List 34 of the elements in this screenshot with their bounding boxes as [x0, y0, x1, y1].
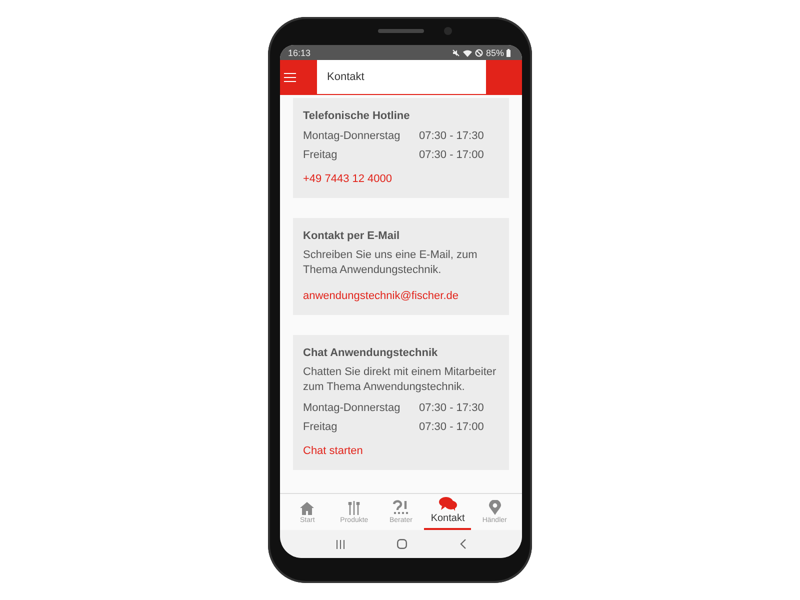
speaker-grille [378, 29, 424, 33]
status-time: 16:13 [288, 48, 311, 58]
page-title: Kontakt [327, 71, 364, 83]
weekday-label: Freitag [303, 420, 338, 435]
card-title: Chat Anwendungstechnik [303, 346, 439, 361]
chat-bubbles-icon [438, 497, 457, 511]
card-description: Schreiben Sie uns eine E-Mail, zum Thema Anwendungstechnik. [303, 248, 478, 278]
weekday-label: Montag-Donnerstag [303, 129, 402, 144]
battery-percent: 85% [486, 48, 504, 58]
location-pin-icon [488, 500, 501, 515]
opening-hours: 07:30 - 17:00 [419, 148, 485, 163]
recent-apps-icon[interactable] [336, 540, 346, 548]
wifi-icon [462, 48, 472, 56]
mute-icon [452, 48, 460, 56]
contact-link[interactable]: anwendungstechnik@fischer.de [303, 287, 458, 306]
contact-link[interactable]: +49 7443 12 4000 [303, 170, 392, 189]
question-exclamation-icon [392, 500, 409, 515]
home-icon [300, 502, 314, 515]
back-icon[interactable] [460, 539, 466, 549]
opening-hours: 07:30 - 17:00 [419, 420, 485, 435]
home-button-icon[interactable] [397, 539, 408, 549]
card-description: Chatten Sie direkt mit einem Mitarbeiter zum Thema Anwendungstechnik. [303, 365, 498, 395]
tools-icon [348, 501, 360, 515]
camera-icon [444, 27, 452, 35]
opening-hours: 07:30 - 17:30 [419, 129, 485, 144]
card-title: Kontakt per E-Mail [303, 229, 401, 244]
weekday-label: Montag-Donnerstag [303, 401, 402, 416]
do-not-disturb-icon [474, 48, 483, 56]
card-title: Telefonische Hotline [303, 109, 411, 124]
menu-icon [284, 73, 296, 82]
battery-icon [506, 48, 511, 56]
weekday-label: Freitag [303, 148, 338, 163]
opening-hours: 07:30 - 17:30 [419, 401, 485, 416]
contact-link[interactable]: Chat starten [303, 442, 363, 461]
